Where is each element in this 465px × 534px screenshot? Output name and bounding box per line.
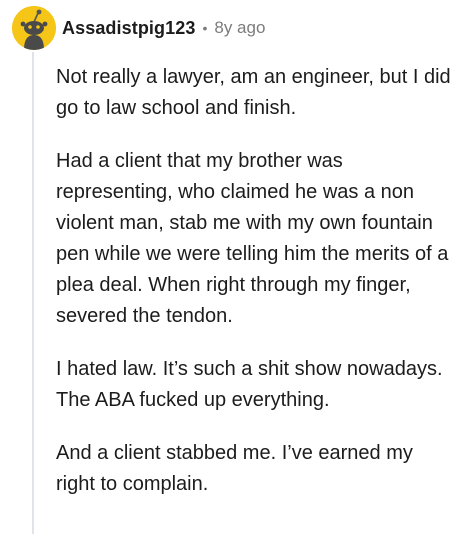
meta-separator: • (202, 20, 208, 36)
comment-author[interactable]: Assadistpig123 (62, 18, 195, 39)
comment-paragraph: Not really a lawyer, am an engineer, but… (56, 66, 451, 119)
comment-paragraph: And a client stabbed me. I’ve earned my … (56, 442, 413, 495)
comment-timestamp: 8y ago (214, 18, 266, 37)
comment-paragraph: Had a client that my brother was represe… (56, 150, 449, 327)
snoo-avatar-icon[interactable] (12, 6, 56, 50)
thread-collapse-line[interactable] (32, 52, 34, 534)
comment: Assadistpig123 • 8y ago Not really a law… (0, 0, 465, 534)
comment-paragraph: I hated law. It’s such a shit show nowad… (56, 358, 443, 411)
comment-header: Assadistpig123 • 8y ago (12, 4, 265, 52)
comment-body: Not really a lawyer, am an engineer, but… (56, 62, 456, 522)
